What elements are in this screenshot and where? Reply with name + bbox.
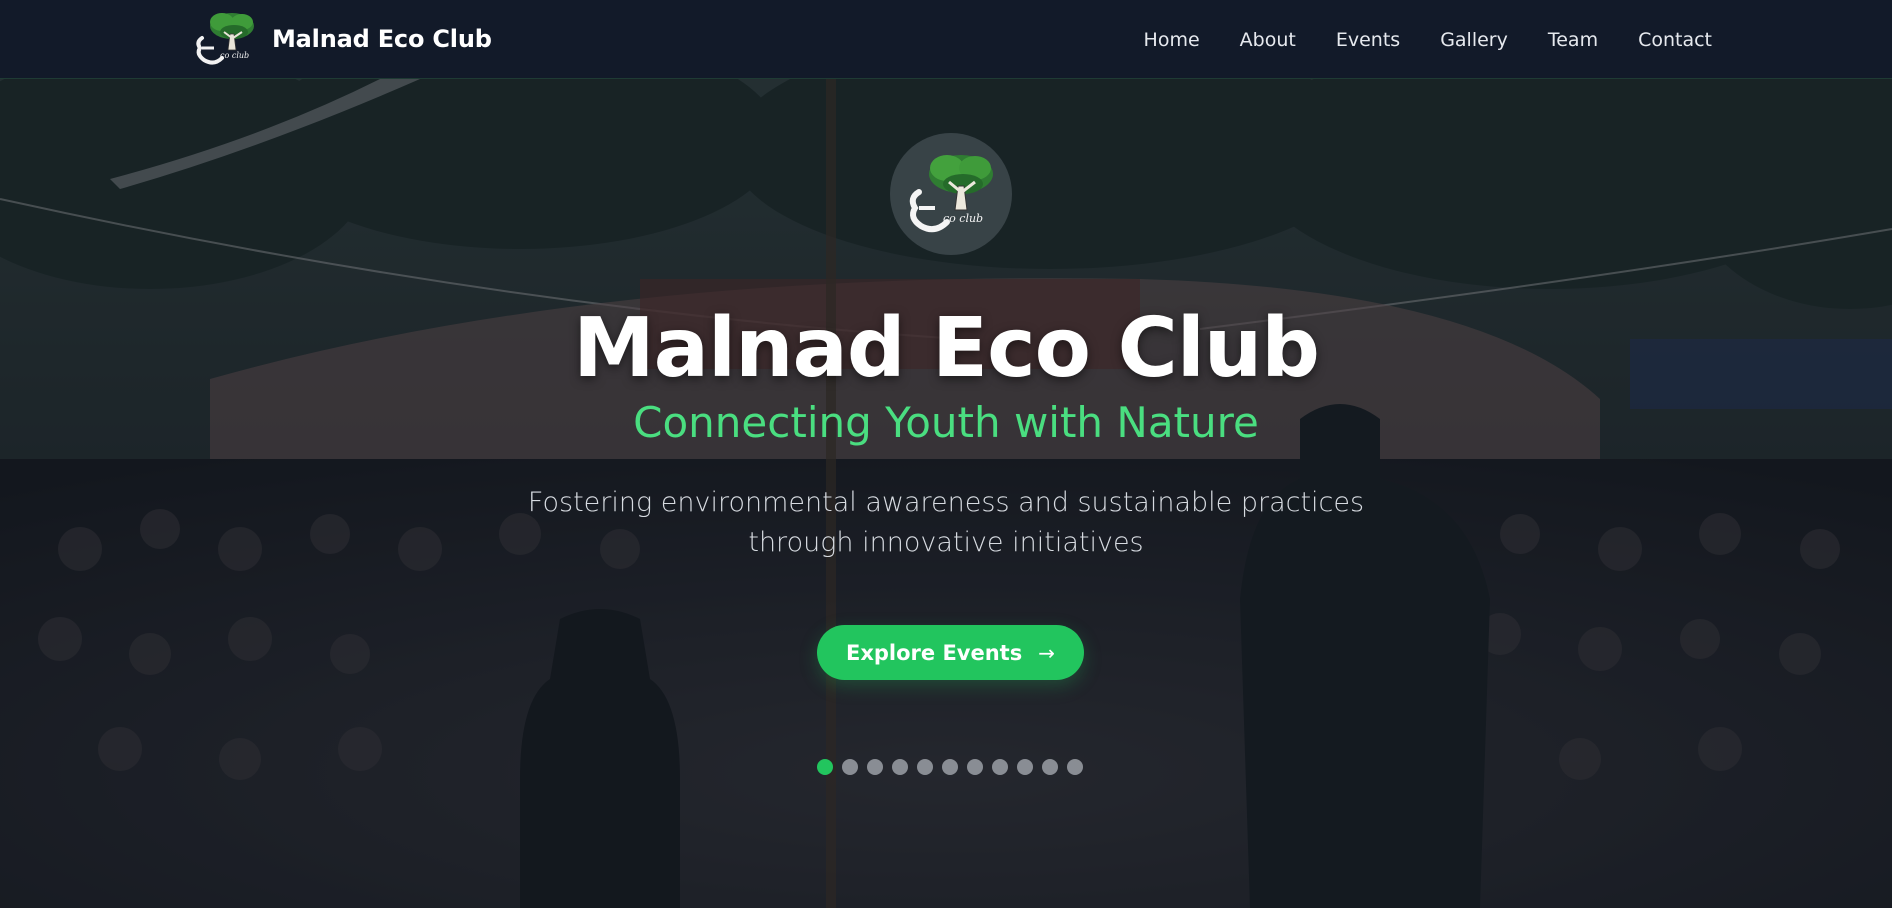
nav-item-contact[interactable]: Contact — [1638, 29, 1712, 51]
carousel-dot[interactable] — [917, 759, 933, 775]
carousel-dot[interactable] — [1042, 759, 1058, 775]
svg-text:co club: co club — [220, 51, 249, 60]
nav-item-events[interactable]: Events — [1336, 29, 1400, 51]
carousel-dot[interactable] — [842, 759, 858, 775]
carousel-indicators — [817, 759, 1083, 775]
hero-section: co club Malnad Eco Club Connecting Youth… — [0, 79, 1892, 908]
hero-tagline: Connecting Youth with Nature — [633, 398, 1259, 447]
main-nav: Home About Events Gallery Team Contact — [1144, 0, 1712, 79]
svg-text:co club: co club — [943, 212, 983, 225]
carousel-dot[interactable] — [1067, 759, 1083, 775]
arrow-right-icon: → — [1038, 640, 1055, 665]
carousel-dot[interactable] — [942, 759, 958, 775]
carousel-dot[interactable] — [1017, 759, 1033, 775]
site-header: co club Malnad Eco Club Home About Event… — [0, 0, 1892, 79]
explore-events-button[interactable]: Explore Events → — [817, 625, 1084, 680]
hero-emblem: co club — [890, 133, 1012, 255]
hero-title: Malnad Eco Club — [573, 301, 1320, 396]
eco-club-logo-icon: co club — [196, 13, 254, 65]
nav-item-about[interactable]: About — [1240, 29, 1296, 51]
carousel-dot[interactable] — [817, 759, 833, 775]
carousel-dot[interactable] — [992, 759, 1008, 775]
carousel-dot[interactable] — [967, 759, 983, 775]
carousel-dot[interactable] — [892, 759, 908, 775]
explore-events-label: Explore Events — [846, 640, 1023, 665]
carousel-dot[interactable] — [867, 759, 883, 775]
eco-club-tree-logo-icon: co club — [909, 155, 993, 233]
hero-description: Fostering environmental awareness and su… — [527, 487, 1365, 558]
brand-link[interactable]: co club Malnad Eco Club — [192, 8, 492, 70]
nav-item-home[interactable]: Home — [1144, 29, 1200, 51]
nav-item-gallery[interactable]: Gallery — [1440, 29, 1508, 51]
brand-name: Malnad Eco Club — [272, 25, 492, 53]
nav-item-team[interactable]: Team — [1548, 29, 1598, 51]
